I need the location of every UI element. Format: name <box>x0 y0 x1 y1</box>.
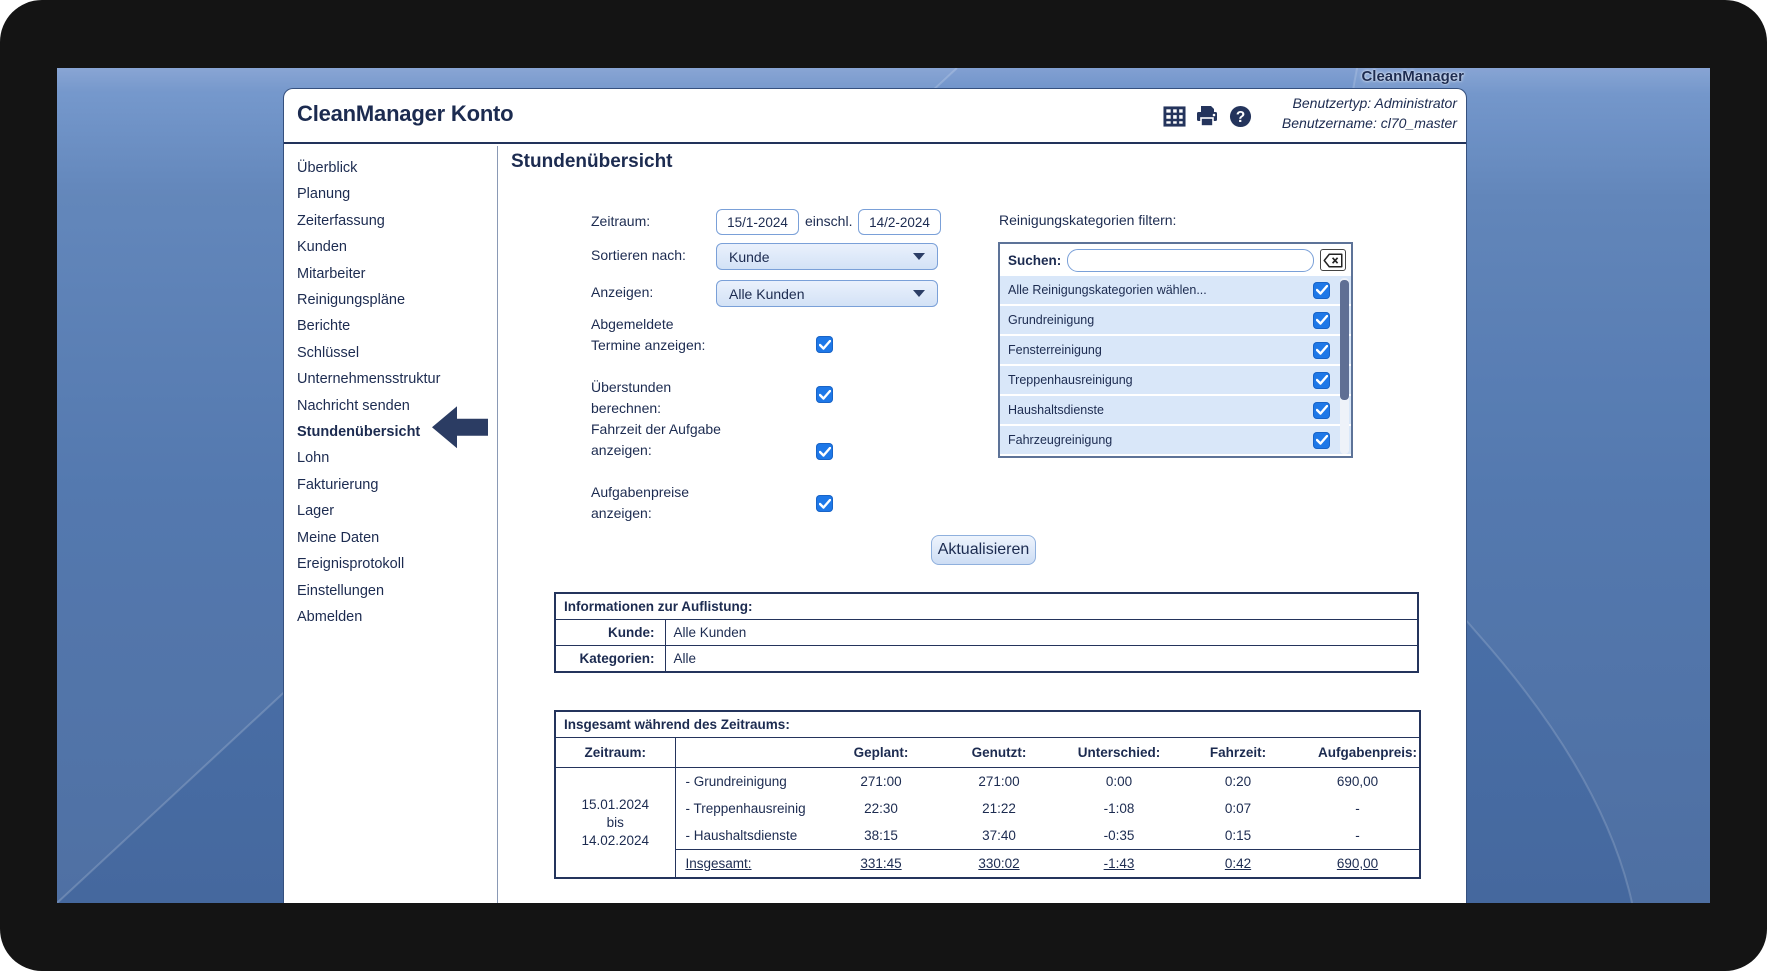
category-row-treppenhausreinigung[interactable]: Treppenhausreinigung <box>1000 366 1351 394</box>
user-info: Benutzertyp: Administrator Benutzername:… <box>1282 93 1457 133</box>
filter-search-row: Suchen: <box>1000 244 1351 276</box>
sidebar-item-berichte[interactable]: Berichte <box>284 313 497 339</box>
header-toolbar: ? <box>1162 104 1252 128</box>
category-checkbox[interactable] <box>1313 372 1330 389</box>
category-row-alle[interactable]: Alle Reinigungskategorien wählen... <box>1000 276 1351 304</box>
abgemeldete-termine-label: Abgemeldete Termine anzeigen: <box>591 314 723 356</box>
sidebar-nav: Überblick Planung Zeiterfassung Kunden M… <box>284 146 498 903</box>
category-checkbox[interactable] <box>1313 312 1330 329</box>
sidebar-item-mitarbeiter[interactable]: Mitarbeiter <box>284 261 497 287</box>
user-name: Benutzername: cl70_master <box>1282 113 1457 133</box>
sidebar-item-lager[interactable]: Lager <box>284 498 497 524</box>
category-row-fensterreinigung[interactable]: Fensterreinigung <box>1000 336 1351 364</box>
app-window: CleanManager Konto <box>283 88 1467 903</box>
category-scrollbar <box>1340 278 1349 454</box>
sidebar-item-stundenuebersicht[interactable]: Stundenübersicht <box>284 419 497 445</box>
ueberstunden-checkbox[interactable] <box>816 386 833 403</box>
aktualisieren-button[interactable]: Aktualisieren <box>931 535 1036 565</box>
info-table-title: Informationen zur Auflistung: <box>555 593 1418 620</box>
einschl-label: einschl. <box>805 213 852 229</box>
category-row-grundreinigung[interactable]: Grundreinigung <box>1000 306 1351 334</box>
sidebar-item-ereignisprotokoll[interactable]: Ereignisprotokoll <box>284 551 497 577</box>
fahrzeit-label: Fahrzeit der Aufgabe anzeigen: <box>591 419 723 461</box>
main-content: Stundenübersicht Zeitraum: einschl. Sort… <box>499 146 1466 903</box>
sidebar-item-lohn[interactable]: Lohn <box>284 445 497 471</box>
table-row: Kategorien: Alle <box>555 646 1418 673</box>
info-row-label: Kategorien: <box>555 646 665 673</box>
totals-table: Insgesamt während des Zeitraums: Zeitrau… <box>554 710 1421 879</box>
zeitraum-label: Zeitraum: <box>591 213 650 229</box>
desktop-background: CleanManager CleanManager Konto <box>57 68 1710 903</box>
category-list: Alle Reinigungskategorien wählen... Grun… <box>1000 276 1351 454</box>
table-row: - Haushaltsdienste 38:15 37:40 -0:35 0:1… <box>555 822 1420 850</box>
sidebar-item-unternehmensstruktur[interactable]: Unternehmensstruktur <box>284 366 497 392</box>
aufgabenpreise-label: Aufgabenpreise anzeigen: <box>591 482 723 524</box>
page-title: Stundenübersicht <box>511 151 673 173</box>
window-title: CleanManager <box>1361 68 1464 85</box>
filter-panel: Suchen: Alle Reinigungskategori <box>998 242 1353 458</box>
table-grid-icon[interactable] <box>1162 104 1186 128</box>
category-row-haushaltsdienste[interactable]: Haushaltsdienste <box>1000 396 1351 424</box>
sidebar-item-einstellungen[interactable]: Einstellungen <box>284 578 497 604</box>
anzeigen-label: Anzeigen: <box>591 284 653 300</box>
sidebar-item-planung[interactable]: Planung <box>284 181 497 207</box>
anzeigen-select[interactable]: Alle Kunden <box>716 280 938 307</box>
zeitraum-to-input[interactable] <box>858 209 941 235</box>
sortieren-select[interactable]: Kunde <box>716 243 938 270</box>
info-row-label: Kunde: <box>555 620 665 646</box>
search-input[interactable] <box>1067 249 1314 272</box>
backspace-clear-icon[interactable] <box>1320 249 1346 271</box>
window-header: CleanManager Konto <box>284 89 1466 144</box>
help-icon[interactable]: ? <box>1228 104 1252 128</box>
sidebar-item-kunden[interactable]: Kunden <box>284 234 497 260</box>
sortieren-label: Sortieren nach: <box>591 247 686 263</box>
user-type: Benutzertyp: Administrator <box>1282 93 1457 113</box>
sidebar-item-schluessel[interactable]: Schlüssel <box>284 340 497 366</box>
totals-table-title: Insgesamt während des Zeitraums: <box>555 711 1420 738</box>
chevron-down-icon <box>913 253 925 260</box>
table-row: Kunde: Alle Kunden <box>555 620 1418 646</box>
sidebar-item-reinigungsplaene[interactable]: Reinigungspläne <box>284 287 497 313</box>
search-label: Suchen: <box>1008 253 1061 268</box>
category-checkbox[interactable] <box>1313 342 1330 359</box>
info-row-value: Alle Kunden <box>665 620 1418 646</box>
table-row: - Treppenhausreinig 22:30 21:22 -1:08 0:… <box>555 795 1420 822</box>
ueberstunden-label: Überstunden berechnen: <box>591 377 723 419</box>
totals-header-row: Zeitraum: Geplant: Genutzt: Unterschied:… <box>555 738 1420 768</box>
category-row-fahrzeugreinigung[interactable]: Fahrzeugreinigung <box>1000 426 1351 454</box>
totals-row: Insgesamt: 331:45 330:02 -1:43 0:42 690,… <box>555 850 1420 879</box>
sidebar-item-abmelden[interactable]: Abmelden <box>284 604 497 630</box>
zeitraum-from-input[interactable] <box>716 209 799 235</box>
svg-text:?: ? <box>1235 108 1244 125</box>
category-checkbox[interactable] <box>1313 432 1330 449</box>
monitor-bezel: CleanManager CleanManager Konto <box>0 0 1767 971</box>
printer-icon[interactable] <box>1195 104 1219 128</box>
sortieren-value: Kunde <box>729 249 769 265</box>
aufgabenpreise-checkbox[interactable] <box>816 495 833 512</box>
fahrzeit-checkbox[interactable] <box>816 443 833 460</box>
sidebar-item-meine-daten[interactable]: Meine Daten <box>284 525 497 551</box>
table-row: 15.01.2024 bis 14.02.2024 - Grundreinigu… <box>555 768 1420 796</box>
sidebar-item-zeiterfassung[interactable]: Zeiterfassung <box>284 208 497 234</box>
scrollbar-thumb[interactable] <box>1340 280 1349 400</box>
info-table: Informationen zur Auflistung: Kunde: All… <box>554 592 1419 673</box>
anzeigen-value: Alle Kunden <box>729 286 805 302</box>
category-checkbox[interactable] <box>1313 402 1330 419</box>
info-row-value: Alle <box>665 646 1418 673</box>
sidebar-item-fakturierung[interactable]: Fakturierung <box>284 472 497 498</box>
abgemeldete-termine-checkbox[interactable] <box>816 336 833 353</box>
category-checkbox[interactable] <box>1313 282 1330 299</box>
chevron-down-icon <box>913 290 925 297</box>
sidebar-item-ueberblick[interactable]: Überblick <box>284 155 497 181</box>
app-title: CleanManager Konto <box>297 101 513 127</box>
period-cell: 15.01.2024 bis 14.02.2024 <box>555 768 675 879</box>
filter-panel-label: Reinigungskategorien filtern: <box>999 212 1176 228</box>
